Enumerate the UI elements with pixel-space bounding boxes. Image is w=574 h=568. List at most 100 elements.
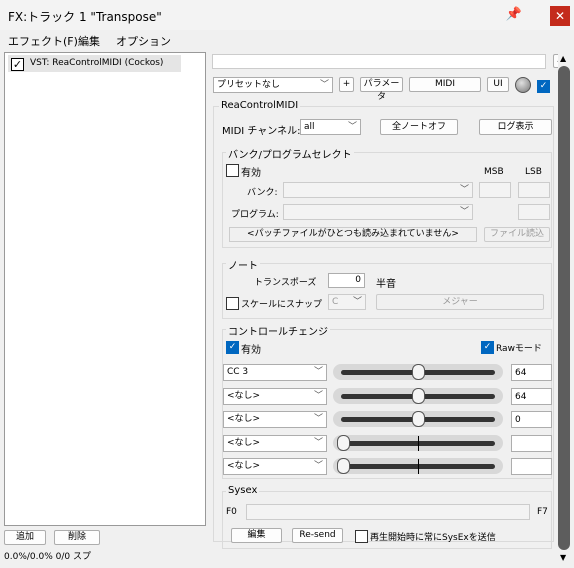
chevron-down-icon: ﹀ bbox=[313, 391, 323, 401]
chevron-down-icon: ﹀ bbox=[352, 297, 362, 307]
note-group-title: ノート bbox=[226, 257, 260, 272]
chevron-down-icon: ﹀ bbox=[313, 367, 323, 377]
chevron-down-icon: ﹀ bbox=[347, 122, 357, 132]
cc-group-title: コントロールチェンジ bbox=[226, 323, 330, 338]
params-button[interactable]: パラメータ bbox=[360, 77, 403, 102]
cc-select-value: <なし> bbox=[227, 391, 261, 401]
sysex-edit-button[interactable]: 編集 bbox=[231, 528, 282, 543]
menu-edit[interactable]: 編集 bbox=[78, 33, 100, 49]
sysex-resend-button[interactable]: Re-send bbox=[292, 528, 343, 543]
log-button[interactable]: ログ表示 bbox=[479, 119, 552, 135]
chevron-down-icon: ﹀ bbox=[313, 438, 323, 448]
bank-select[interactable]: ﹀ bbox=[283, 182, 473, 198]
menu-bar: エフェクト(F) 編集 オプション bbox=[0, 30, 574, 50]
pin-icon[interactable]: 📌 bbox=[504, 5, 524, 25]
msb-label: MSB bbox=[484, 167, 504, 177]
program-input[interactable] bbox=[518, 204, 550, 220]
cc-value-input[interactable]: 64 bbox=[511, 388, 552, 405]
scrollbar-thumb[interactable] bbox=[558, 66, 570, 550]
sysex-input[interactable] bbox=[246, 504, 530, 520]
sysex-group-title: Sysex bbox=[226, 485, 260, 496]
bank-group-title: バンク/プログラムセレクト bbox=[226, 146, 354, 161]
msb-input[interactable] bbox=[479, 182, 511, 198]
snap-label: スケールにスナップ bbox=[241, 300, 323, 310]
transpose-input[interactable]: 0 bbox=[328, 273, 365, 288]
plugin-bypass-checkbox[interactable]: ✓ bbox=[537, 80, 550, 93]
program-select[interactable]: ﹀ bbox=[283, 204, 473, 220]
bank-enable-checkbox[interactable] bbox=[226, 164, 239, 177]
cc-select-value: <なし> bbox=[227, 414, 261, 424]
snap-checkbox[interactable] bbox=[226, 297, 239, 310]
cc-value-input[interactable] bbox=[511, 458, 552, 475]
fx-enable-checkbox[interactable]: ✓ bbox=[11, 58, 24, 71]
note-group bbox=[222, 263, 552, 319]
channel-select[interactable]: all ﹀ bbox=[300, 119, 361, 135]
raw-mode-label: Rawモード bbox=[496, 344, 542, 354]
midi-button[interactable]: MIDI bbox=[409, 77, 481, 92]
transpose-label: トランスポーズ bbox=[254, 278, 317, 288]
ui-button[interactable]: UI bbox=[487, 77, 509, 92]
add-button[interactable]: 追加 bbox=[4, 530, 46, 545]
menu-options[interactable]: オプション bbox=[116, 33, 171, 49]
chevron-down-icon: ﹀ bbox=[319, 80, 329, 90]
remove-button[interactable]: 削除 bbox=[54, 530, 100, 545]
cc-select[interactable]: <なし> ﹀ bbox=[223, 411, 327, 428]
cc-select-value: <なし> bbox=[227, 461, 261, 471]
cc-slider-thumb[interactable] bbox=[337, 458, 350, 474]
window-title: FX:トラック 1 "Transpose" bbox=[8, 10, 162, 24]
fx-list-item[interactable]: ✓ VST: ReaControlMIDI (Cockos) bbox=[8, 55, 181, 72]
cc-slider-center-tick bbox=[418, 436, 419, 451]
chevron-down-icon: ﹀ bbox=[313, 414, 323, 424]
fx-list-item-label: VST: ReaControlMIDI (Cockos) bbox=[30, 58, 164, 68]
cc-slider-center-tick bbox=[418, 459, 419, 474]
cc-slider-thumb[interactable] bbox=[337, 435, 350, 451]
raw-mode-checkbox[interactable]: ✓ bbox=[481, 341, 494, 354]
wet-knob-icon[interactable] bbox=[515, 77, 531, 93]
chevron-down-icon: ﹀ bbox=[459, 185, 469, 195]
preset-plus-button[interactable]: + bbox=[339, 77, 354, 92]
program-label: プログラム: bbox=[231, 210, 279, 220]
cpu-status: 0.0%/0.0% 0/0 スプ bbox=[4, 552, 91, 562]
menu-effect[interactable]: エフェクト(F) bbox=[8, 33, 78, 49]
cc-select-value: <なし> bbox=[227, 438, 261, 448]
cc-value-input[interactable]: 64 bbox=[511, 364, 552, 381]
lsb-label: LSB bbox=[525, 167, 542, 177]
fx-list[interactable]: ✓ VST: ReaControlMIDI (Cockos) bbox=[4, 52, 206, 526]
scroll-up-icon[interactable]: ▲ bbox=[560, 54, 566, 63]
cc-enable-label: 有効 bbox=[241, 345, 261, 356]
cc-select[interactable]: <なし> ﹀ bbox=[223, 435, 327, 452]
channel-value: all bbox=[304, 122, 315, 132]
cc-value-input[interactable]: 0 bbox=[511, 411, 552, 428]
send-on-start-label: 再生開始時に常にSysExを送信 bbox=[370, 533, 496, 543]
semitone-label: 半音 bbox=[376, 279, 396, 290]
lsb-input[interactable] bbox=[518, 182, 550, 198]
cc-slider-thumb[interactable] bbox=[412, 388, 425, 404]
title-bar: FX:トラック 1 "Transpose" 📌 ✕ bbox=[0, 0, 574, 30]
scroll-down-icon[interactable]: ▼ bbox=[560, 553, 566, 562]
plugin-name-field[interactable] bbox=[212, 54, 546, 69]
cc-slider-thumb[interactable] bbox=[412, 364, 425, 380]
patch-file-message: <パッチファイルがひとつも読み込まれていません> bbox=[229, 227, 477, 242]
bank-enable-label: 有効 bbox=[241, 168, 261, 179]
cc-value-input[interactable] bbox=[511, 435, 552, 452]
load-file-button[interactable]: ファイル読込 bbox=[484, 227, 550, 242]
chevron-down-icon: ﹀ bbox=[459, 207, 469, 217]
all-notes-off-button[interactable]: 全ノートオフ bbox=[380, 119, 458, 135]
cc-select[interactable]: CC 3 ﹀ bbox=[223, 364, 327, 381]
plugin-title: ReaControlMIDI bbox=[219, 100, 301, 111]
f7-label: F7 bbox=[537, 507, 548, 517]
preset-select[interactable]: プリセットなし ﹀ bbox=[213, 77, 333, 93]
cc-slider-thumb[interactable] bbox=[412, 411, 425, 427]
root-select[interactable]: C ﹀ bbox=[328, 294, 366, 310]
bank-label: バンク: bbox=[247, 188, 278, 198]
send-on-start-checkbox[interactable] bbox=[355, 530, 368, 543]
preset-value: プリセットなし bbox=[217, 80, 281, 90]
close-icon[interactable]: ✕ bbox=[550, 6, 570, 26]
channel-label: MIDI チャンネル: bbox=[222, 126, 301, 137]
f0-label: F0 bbox=[226, 507, 237, 517]
cc-select[interactable]: <なし> ﹀ bbox=[223, 388, 327, 405]
cc-enable-checkbox[interactable]: ✓ bbox=[226, 341, 239, 354]
root-value: C bbox=[332, 297, 339, 307]
cc-select[interactable]: <なし> ﹀ bbox=[223, 458, 327, 475]
scale-button[interactable]: メジャー bbox=[376, 294, 544, 310]
